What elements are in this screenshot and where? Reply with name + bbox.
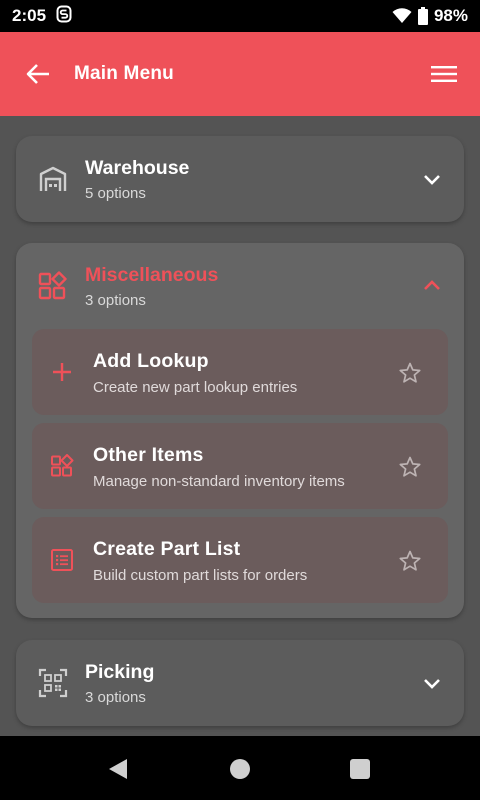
category-title: Picking <box>85 661 155 683</box>
back-triangle-icon[interactable] <box>107 758 129 780</box>
category-subtitle: 3 options <box>85 292 146 309</box>
battery-icon <box>417 7 428 25</box>
star-outline-icon[interactable] <box>398 361 422 385</box>
star-outline-icon[interactable] <box>398 549 422 573</box>
star-outline-icon[interactable] <box>398 455 422 479</box>
wifi-icon <box>392 8 412 24</box>
grid-shapes-icon <box>51 454 74 477</box>
option-other-items[interactable]: Other Items Manage non-standard inventor… <box>32 423 448 509</box>
category-card-picking: Picking 3 options <box>16 640 464 726</box>
chevron-down-icon[interactable] <box>422 169 442 189</box>
arrow-left-icon[interactable] <box>24 60 52 88</box>
recents-square-icon[interactable] <box>349 758 371 780</box>
option-subtitle: Build custom part lists for orders <box>93 567 308 584</box>
main-menu-screen: 2:05 98% Main Menu Warehouse 5 options M… <box>0 0 480 800</box>
qr-code-icon <box>38 668 68 698</box>
category-subtitle: 5 options <box>85 185 146 202</box>
category-title: Warehouse <box>85 157 190 179</box>
category-card-miscellaneous: Miscellaneous 3 options Add Lookup Creat… <box>16 243 464 618</box>
option-subtitle: Create new part lookup entries <box>93 379 298 396</box>
grid-shapes-icon <box>38 271 67 300</box>
page-title: Main Menu <box>74 63 174 84</box>
status-time: 2:05 <box>12 6 47 25</box>
option-title: Create Part List <box>93 538 241 560</box>
category-card-warehouse: Warehouse 5 options <box>16 136 464 222</box>
home-circle-icon[interactable] <box>229 758 251 780</box>
list-icon <box>51 549 73 571</box>
chevron-down-icon[interactable] <box>422 673 442 693</box>
system-nav-bar <box>0 736 480 800</box>
sync-icon <box>56 5 72 28</box>
plus-icon <box>53 363 71 381</box>
status-icons: 98% <box>392 6 468 26</box>
option-subtitle: Manage non-standard inventory items <box>93 473 345 490</box>
category-header-warehouse[interactable]: Warehouse 5 options <box>16 136 464 222</box>
category-header-picking[interactable]: Picking 3 options <box>16 640 464 726</box>
option-title: Other Items <box>93 444 204 466</box>
option-title: Add Lookup <box>93 350 209 372</box>
category-subtitle: 3 options <box>85 689 146 706</box>
option-create-part-list[interactable]: Create Part List Build custom part lists… <box>32 517 448 603</box>
hamburger-menu-icon[interactable] <box>430 60 458 88</box>
chevron-up-icon[interactable] <box>422 276 442 296</box>
menu-content: Warehouse 5 options Miscellaneous 3 opti… <box>0 116 480 736</box>
warehouse-icon <box>39 166 67 191</box>
battery-level: 98% <box>433 6 468 25</box>
status-bar: 2:05 98% <box>0 0 480 32</box>
app-bar: Main Menu <box>0 32 480 116</box>
option-add-lookup[interactable]: Add Lookup Create new part lookup entrie… <box>32 329 448 415</box>
category-header-miscellaneous[interactable]: Miscellaneous 3 options <box>16 243 464 329</box>
category-title: Miscellaneous <box>85 264 219 286</box>
